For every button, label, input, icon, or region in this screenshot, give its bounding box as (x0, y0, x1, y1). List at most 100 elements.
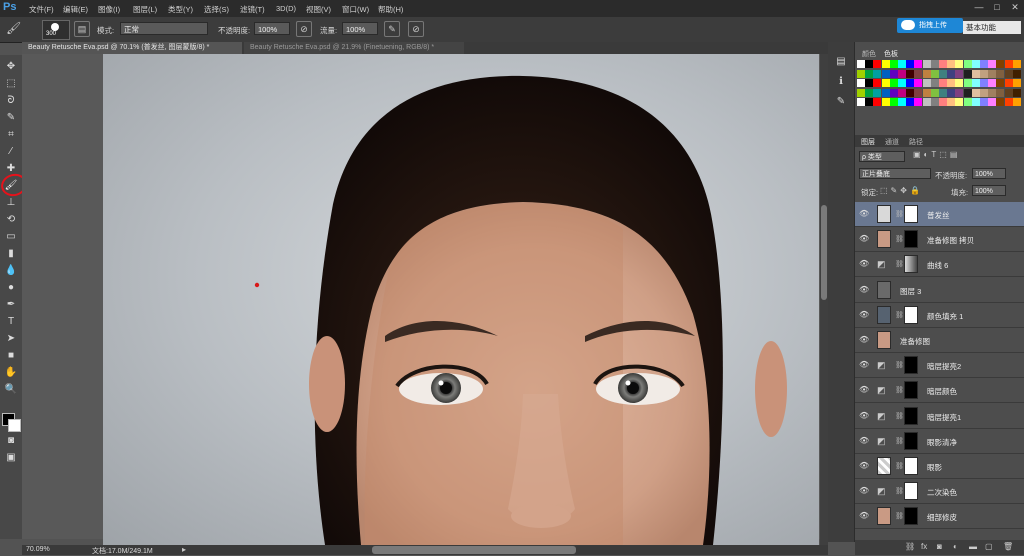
color-swatch[interactable] (881, 88, 890, 97)
visibility-eye-icon[interactable]: 👁 (859, 361, 869, 369)
eyedropper-tool-icon[interactable]: ⁄ (4, 146, 18, 158)
color-swatch[interactable] (881, 69, 890, 78)
chain-link-icon[interactable]: ⛓ (895, 361, 904, 369)
color-swatch[interactable] (865, 79, 874, 87)
eraser-tool-icon[interactable]: ▭ (4, 231, 18, 243)
visibility-eye-icon[interactable]: 👁 (859, 310, 869, 319)
color-swatch[interactable] (988, 98, 997, 106)
paths-tab[interactable]: 路径 (909, 137, 923, 147)
maximize-button[interactable]: □ (988, 0, 1006, 15)
color-swatch[interactable] (898, 79, 906, 87)
color-swatch[interactable] (971, 79, 980, 87)
color-swatch[interactable] (922, 60, 931, 68)
adjustment-layer-icon[interactable]: ◐ (953, 542, 958, 551)
layer-mask-thumbnail[interactable] (904, 457, 918, 475)
color-swatch[interactable] (963, 69, 972, 78)
color-swatch[interactable] (898, 98, 906, 106)
add-mask-icon[interactable]: ◙ (937, 542, 942, 551)
color-swatch[interactable] (881, 60, 890, 68)
layer-row[interactable]: 👁 准备修图 (855, 328, 1024, 353)
color-swatch[interactable] (1004, 88, 1013, 97)
lasso-tool-icon[interactable]: ᘐ (4, 95, 18, 107)
color-swatch[interactable] (971, 98, 980, 106)
color-swatch[interactable] (873, 98, 882, 106)
color-swatch[interactable] (881, 79, 890, 87)
status-menu-arrow-icon[interactable]: ▸ (182, 545, 186, 554)
color-swatch[interactable] (947, 79, 956, 87)
layer-row[interactable]: 👁 ◩ ⛓ 暗层颜色 (855, 378, 1024, 404)
move-tool-icon[interactable]: ✥ (4, 61, 18, 73)
layer-mask-thumbnail[interactable] (904, 406, 918, 425)
menu-filter[interactable]: 滤镜(T) (240, 4, 265, 15)
new-group-icon[interactable]: ▬ (969, 542, 977, 551)
workspace-select[interactable]: 基本功能 (963, 21, 1021, 34)
clone-stamp-tool-icon[interactable]: ⊥ (4, 197, 18, 209)
color-swatch[interactable] (922, 98, 931, 106)
lock-icons[interactable]: ⬚✎✥🔒 (880, 186, 923, 195)
color-swatch[interactable] (930, 88, 939, 97)
visibility-eye-icon[interactable]: 👁 (859, 210, 869, 218)
layer-row[interactable]: 👁 ⛓ 准备修图 拷贝 (855, 227, 1024, 253)
color-swatch[interactable] (914, 98, 923, 106)
color-swatch[interactable] (988, 88, 997, 97)
layer-row[interactable]: 👁 ◩ ⛓ 暗层提亮1 (855, 404, 1024, 429)
color-swatch[interactable] (980, 88, 988, 97)
mode-select[interactable]: 正常 (120, 22, 208, 35)
crop-tool-icon[interactable]: ⌗ (4, 129, 18, 141)
color-swatch[interactable] (980, 60, 988, 68)
type-tool-icon[interactable]: T (4, 316, 18, 328)
menu-select[interactable]: 选择(S) (204, 4, 229, 15)
color-swatch[interactable] (889, 88, 898, 97)
layer-row[interactable]: 👁 ⛓ 眼影 (855, 454, 1024, 479)
color-swatch[interactable] (898, 88, 906, 97)
color-swatch[interactable] (865, 88, 874, 97)
document-canvas[interactable] (103, 54, 819, 545)
color-swatch[interactable] (947, 98, 956, 106)
airbrush-icon[interactable]: ✎ (384, 21, 400, 37)
chain-link-icon[interactable]: ⛓ (895, 487, 904, 495)
layers-tab[interactable]: 图层 (861, 137, 875, 147)
color-swatch[interactable] (947, 88, 956, 97)
color-swatch[interactable] (996, 60, 1005, 68)
pen-tool-icon[interactable]: ✒ (4, 299, 18, 311)
color-swatch[interactable] (906, 98, 915, 106)
color-swatch[interactable] (857, 69, 865, 78)
color-swatch[interactable] (898, 69, 906, 78)
screen-mode-icon[interactable]: ▣ (4, 452, 18, 464)
color-swatch[interactable] (939, 98, 947, 106)
color-swatch[interactable] (1012, 60, 1021, 68)
color-swatch[interactable] (906, 60, 915, 68)
color-swatch[interactable] (922, 88, 931, 97)
properties-panel-icon[interactable]: ℹ (834, 76, 848, 88)
menu-help[interactable]: 帮助(H) (378, 4, 403, 15)
marquee-tool-icon[interactable]: ⬚ (4, 78, 18, 90)
color-swatch[interactable] (914, 60, 923, 68)
color-swatch[interactable] (955, 79, 964, 87)
color-swatch[interactable] (889, 98, 898, 106)
visibility-eye-icon[interactable]: 👁 (859, 512, 869, 520)
layer-mask-thumbnail[interactable] (904, 482, 918, 501)
chain-link-icon[interactable]: ⛓ (895, 437, 904, 445)
layer-mask-thumbnail[interactable] (904, 305, 918, 324)
fx-icon[interactable]: fx (921, 542, 927, 551)
color-swatch[interactable] (955, 98, 964, 106)
new-layer-icon[interactable]: ▢ (985, 542, 993, 551)
color-swatch[interactable] (914, 69, 923, 78)
color-swatch[interactable] (914, 88, 923, 97)
layer-filter-select[interactable]: ρ 类型 (859, 151, 905, 162)
visibility-eye-icon[interactable]: 👁 (859, 336, 869, 344)
color-swatch[interactable] (988, 79, 997, 87)
color-swatch[interactable] (980, 79, 988, 87)
quick-mask-icon[interactable]: ◙ (4, 435, 18, 447)
color-swatch[interactable] (857, 60, 865, 68)
color-swatch[interactable] (906, 79, 915, 87)
color-swatch[interactable] (1012, 69, 1021, 78)
color-swatch[interactable] (922, 79, 931, 87)
color-swatch[interactable] (857, 98, 865, 106)
menu-view[interactable]: 视图(V) (306, 4, 331, 15)
channels-tab[interactable]: 通道 (885, 137, 899, 147)
color-swatch[interactable] (996, 69, 1005, 78)
color-swatch[interactable] (955, 88, 964, 97)
blur-tool-icon[interactable]: 💧 (4, 265, 18, 277)
menu-edit[interactable]: 编辑(E) (63, 4, 88, 15)
